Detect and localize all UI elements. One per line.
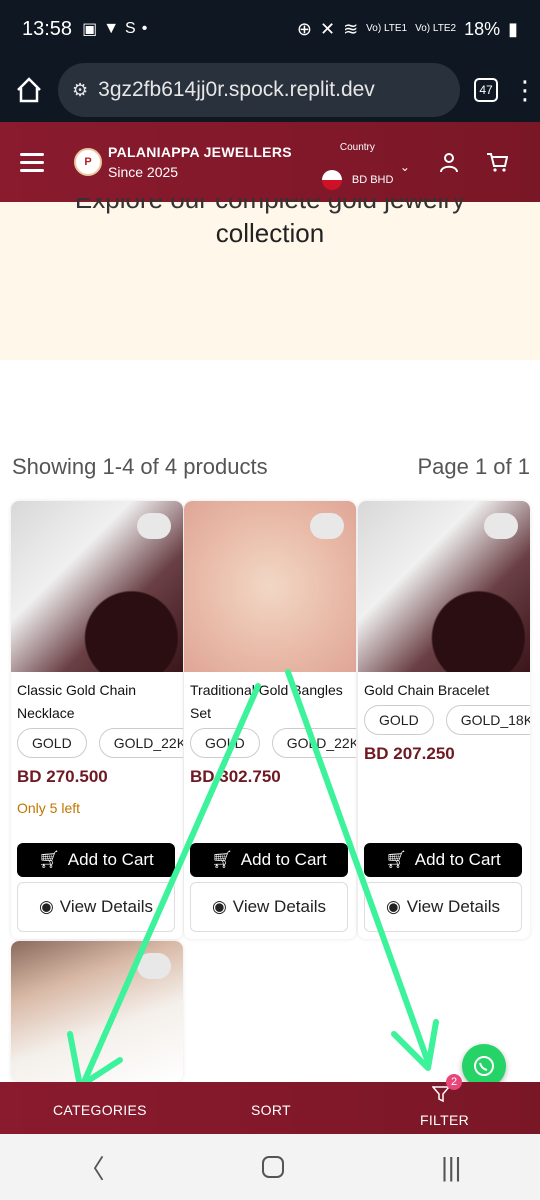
product-card[interactable]: Gold Chain Bracelet GOLD GOLD_18K BD 207… bbox=[358, 501, 530, 939]
user-icon[interactable] bbox=[438, 150, 460, 174]
eye-icon: ◉ bbox=[211, 897, 227, 916]
product-chip: GOLD bbox=[190, 728, 260, 758]
product-chip: GOLD_18K bbox=[445, 705, 530, 735]
hero-banner: Explore our complete gold jewelry collec… bbox=[0, 198, 540, 360]
hamburger-menu-icon[interactable] bbox=[20, 152, 44, 172]
filter-count-badge: 2 bbox=[446, 1074, 462, 1090]
add-to-cart-button[interactable]: 🛒︎ Add to Cart bbox=[190, 843, 348, 877]
hero-title: collection bbox=[215, 218, 325, 248]
chevron-down-icon: ⌄ bbox=[399, 160, 410, 174]
wishlist-icon[interactable] bbox=[310, 513, 344, 539]
sim2-label: Vo) LTE2 bbox=[415, 23, 457, 34]
status-bar: 13:58 ▣ ▼ S • ⊕ ✕ ≋ Vo) LTE1 Vo) LTE2 18… bbox=[0, 0, 540, 58]
site-settings-icon[interactable]: ⚙ bbox=[72, 80, 88, 101]
back-icon[interactable]: 〈 bbox=[79, 1149, 105, 1186]
shazam-icon: S bbox=[125, 20, 136, 37]
product-card[interactable]: Classic Gold Chain Necklace GOLD GOLD_22… bbox=[11, 501, 183, 939]
showing-count: Showing 1-4 of 4 products bbox=[12, 454, 268, 479]
home-button-icon[interactable] bbox=[261, 1156, 284, 1178]
product-chip: GOLD_22K bbox=[98, 728, 183, 758]
add-to-cart-button[interactable]: 🛒︎ Add to Cart bbox=[364, 843, 522, 877]
wifi-icon: ≋ bbox=[343, 18, 359, 39]
battery-saver-icon: ⊕ bbox=[296, 18, 312, 39]
add-to-cart-label: Add to Cart bbox=[67, 850, 154, 869]
product-name[interactable]: Classic Gold Chain Necklace bbox=[17, 679, 177, 725]
product-price: BD 270.500 bbox=[17, 767, 108, 786]
bahrain-flag-icon bbox=[321, 170, 342, 190]
brand-name: PALANIAPPA JEWELLERS bbox=[108, 144, 292, 160]
product-chip: GOLD_22K bbox=[271, 728, 356, 758]
add-to-cart-label: Add to Cart bbox=[414, 850, 501, 869]
wishlist-icon[interactable] bbox=[484, 513, 518, 539]
wishlist-icon[interactable] bbox=[137, 513, 171, 539]
filter-button[interactable]: FILTER bbox=[420, 1112, 469, 1128]
home-icon[interactable] bbox=[14, 75, 44, 105]
dot-icon: • bbox=[141, 20, 148, 37]
cart-icon: 🛒︎ bbox=[385, 850, 407, 869]
categories-button[interactable]: CATEGORIES bbox=[53, 1102, 147, 1118]
view-details-label: View Details bbox=[406, 897, 501, 916]
battery-text: 18% bbox=[464, 18, 501, 39]
product-card[interactable]: Traditional Gold Bangles Set GOLD GOLD_2… bbox=[184, 501, 356, 939]
page-indicator: Page 1 of 1 bbox=[417, 454, 530, 479]
system-navigation-bar: 〈 ||| bbox=[0, 1134, 540, 1200]
add-to-cart-label: Add to Cart bbox=[240, 850, 327, 869]
add-to-cart-button[interactable]: 🛒︎ Add to Cart bbox=[17, 843, 175, 877]
product-price: BD 302.750 bbox=[190, 767, 281, 786]
currency-label: BD BHD bbox=[351, 174, 394, 186]
filter-icon[interactable] bbox=[432, 1086, 450, 1102]
product-name[interactable]: Traditional Gold Bangles Set bbox=[190, 679, 350, 725]
url-text: 3gz2fb614jj0r.spock.replit.dev bbox=[98, 78, 375, 101]
mute-icon: ✕ bbox=[319, 18, 336, 39]
cart-icon[interactable] bbox=[486, 150, 508, 174]
gallery-icon: ▣ bbox=[82, 21, 98, 38]
status-time: 13:58 bbox=[22, 17, 73, 40]
cart-icon: 🛒︎ bbox=[211, 850, 233, 869]
country-selector[interactable]: Country BD BHD ⌄ bbox=[321, 132, 412, 192]
recents-icon[interactable]: ||| bbox=[441, 1152, 461, 1183]
send-icon: ▼ bbox=[103, 20, 120, 37]
url-bar[interactable]: ⚙ 3gz2fb614jj0r.spock.replit.dev bbox=[58, 63, 460, 117]
bottom-action-bar: CATEGORIES SORT FILTER bbox=[0, 1082, 540, 1134]
cart-icon: 🛒︎ bbox=[38, 850, 60, 869]
country-label: Country bbox=[339, 142, 375, 153]
brand-since: Since 2025 bbox=[108, 164, 179, 180]
view-details-label: View Details bbox=[59, 897, 154, 916]
product-chip: GOLD bbox=[364, 705, 434, 735]
brand-logo[interactable]: P bbox=[74, 148, 102, 176]
view-details-button[interactable]: ◉ View Details bbox=[364, 882, 522, 932]
eye-icon: ◉ bbox=[38, 897, 54, 916]
wishlist-icon[interactable] bbox=[137, 953, 171, 979]
browser-toolbar: ⚙ 3gz2fb614jj0r.spock.replit.dev 47 ⋮ bbox=[0, 58, 540, 122]
stock-status: Only 5 left bbox=[17, 800, 81, 816]
brand[interactable]: PALANIAPPA JEWELLERS Since 2025 bbox=[108, 144, 292, 180]
tab-switcher-button[interactable]: 47 bbox=[474, 78, 498, 102]
view-details-label: View Details bbox=[232, 897, 327, 916]
whatsapp-icon bbox=[474, 1056, 494, 1076]
sim1-label: Vo) LTE1 bbox=[366, 23, 408, 34]
battery-icon: ▮ bbox=[508, 18, 518, 39]
product-name[interactable]: Gold Chain Bracelet bbox=[364, 679, 524, 702]
product-chip: GOLD bbox=[17, 728, 87, 758]
more-menu-icon[interactable]: ⋮ bbox=[512, 77, 538, 103]
product-card[interactable] bbox=[11, 941, 183, 1082]
sort-button[interactable]: SORT bbox=[251, 1102, 291, 1118]
eye-icon: ◉ bbox=[385, 897, 401, 916]
view-details-button[interactable]: ◉ View Details bbox=[17, 882, 175, 932]
view-details-button[interactable]: ◉ View Details bbox=[190, 882, 348, 932]
results-summary: Showing 1-4 of 4 products Page 1 of 1 bbox=[12, 454, 530, 480]
product-price: BD 207.250 bbox=[364, 744, 455, 763]
